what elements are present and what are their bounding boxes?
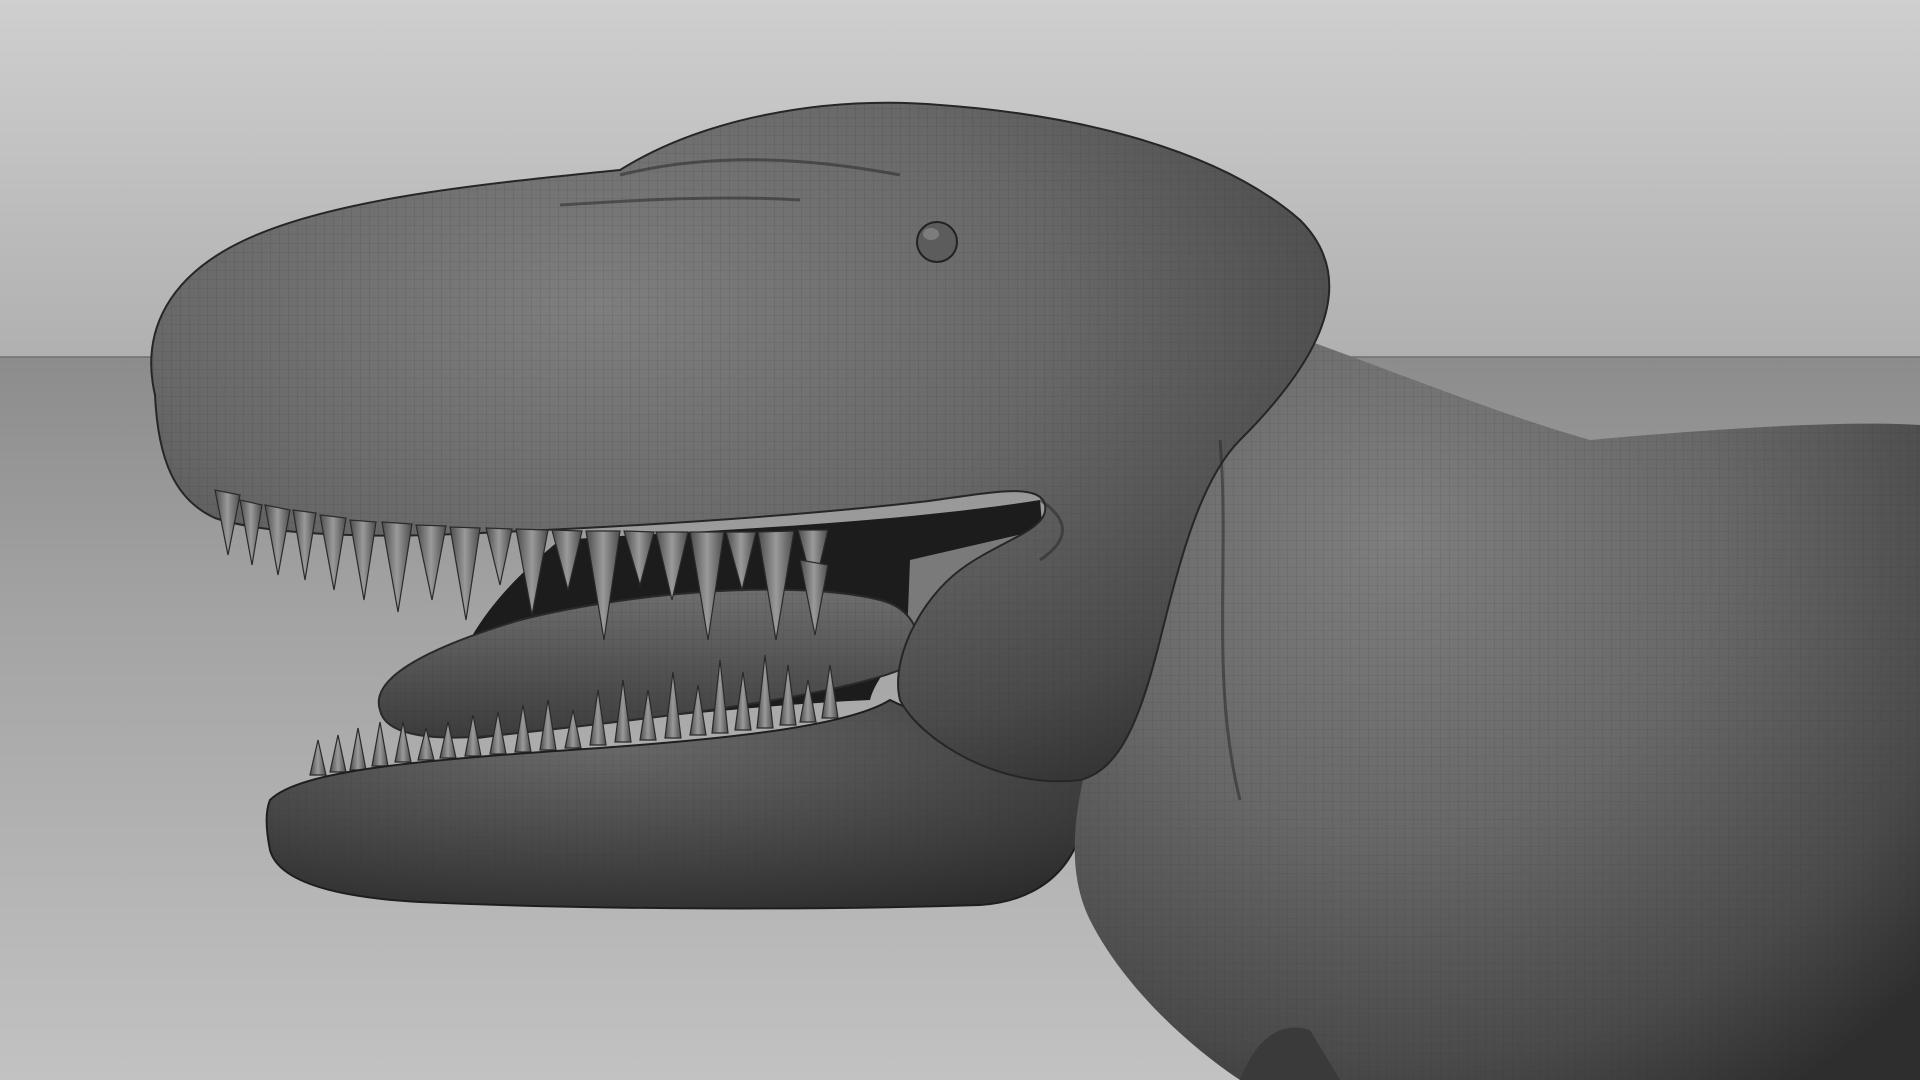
eye-bump xyxy=(916,221,958,263)
3d-viewport[interactable] xyxy=(0,0,1920,1080)
viewport-canvas[interactable] xyxy=(0,0,1920,1080)
